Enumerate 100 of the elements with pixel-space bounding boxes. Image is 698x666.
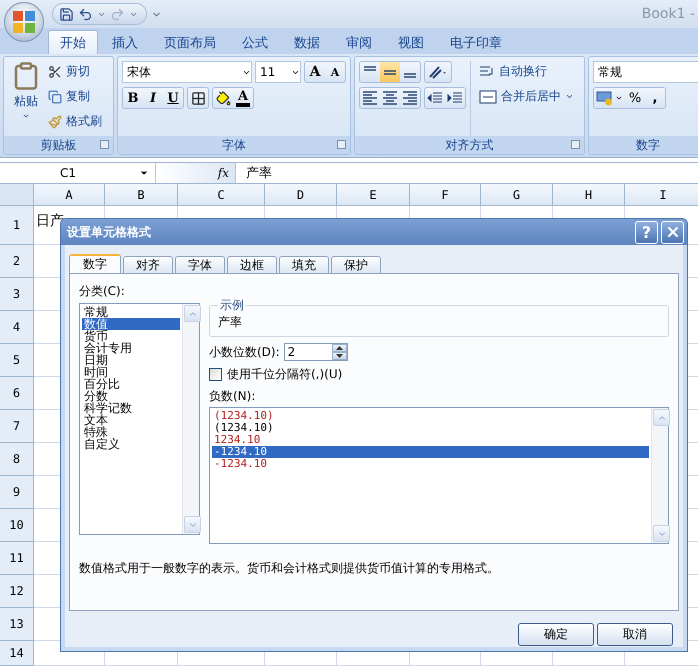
row-header[interactable]: 4 xyxy=(0,311,34,344)
column-header[interactable]: I xyxy=(625,184,698,206)
dialog-title: 设置单元格格式 xyxy=(67,224,152,240)
dialog-button[interactable]: 取消 xyxy=(597,623,673,646)
number-format-field[interactable]: 常规 xyxy=(593,61,698,83)
vertical-align-button[interactable] xyxy=(380,62,400,82)
row-header[interactable]: 3 xyxy=(0,278,34,311)
ribbon-tab[interactable]: 数据 xyxy=(282,30,332,54)
category-item[interactable]: 时间 xyxy=(82,366,180,378)
save-icon[interactable] xyxy=(59,6,74,22)
category-item[interactable]: 日期 xyxy=(82,354,180,366)
triangle-up-icon xyxy=(336,346,343,350)
column-header[interactable]: F xyxy=(410,184,481,206)
dialog-tab[interactable]: 数字 xyxy=(69,254,121,273)
caret-icon xyxy=(565,92,574,101)
underline-button[interactable]: U xyxy=(163,88,183,108)
category-item[interactable]: 分数 xyxy=(82,390,180,402)
column-header[interactable]: A xyxy=(34,184,105,206)
dialog-tab[interactable]: 填充 xyxy=(279,256,329,273)
row-header[interactable]: 14 xyxy=(0,641,34,666)
column-header[interactable]: G xyxy=(481,184,553,206)
category-item[interactable]: 货币 xyxy=(82,330,180,342)
shrink-font-button[interactable]: A xyxy=(325,62,345,82)
cut-button[interactable]: 剪切 xyxy=(48,61,102,82)
category-item[interactable]: 百分比 xyxy=(82,378,180,390)
dialog-tab[interactable]: 字体 xyxy=(175,256,225,273)
ribbon-tab[interactable]: 电子印章 xyxy=(438,30,514,54)
column-header[interactable]: E xyxy=(337,184,410,206)
ribbon-tab[interactable]: 开始 xyxy=(48,30,98,54)
negative-format-item[interactable]: (1234.10) xyxy=(212,422,649,434)
undo-icon[interactable] xyxy=(78,6,93,22)
row-header[interactable]: 13 xyxy=(0,608,34,641)
row-header[interactable]: 1 xyxy=(0,206,34,245)
negative-format-item[interactable]: -1234.10 xyxy=(212,446,649,458)
bold-button[interactable]: B xyxy=(123,88,143,108)
checkbox[interactable] xyxy=(209,368,222,381)
row-header[interactable]: 10 xyxy=(0,509,34,542)
caret-icon xyxy=(615,94,623,102)
align-bottom-icon xyxy=(404,73,416,78)
category-item[interactable]: 自定义 xyxy=(82,438,180,450)
ribbon-tab[interactable]: 公式 xyxy=(230,30,280,54)
italic-button[interactable]: I xyxy=(143,88,163,108)
wrap-text-icon xyxy=(479,64,495,78)
dialog-tab[interactable]: 边框 xyxy=(227,256,277,273)
grow-font-button[interactable]: A xyxy=(305,62,325,82)
dialog-launcher-icon[interactable] xyxy=(571,140,580,149)
category-item[interactable]: 文本 xyxy=(82,414,180,426)
category-item[interactable]: 会计专用 xyxy=(82,342,180,354)
dialog-button[interactable]: 确定 xyxy=(518,623,594,646)
formula-field[interactable]: 产率 xyxy=(236,163,272,183)
row-header[interactable]: 6 xyxy=(0,377,34,410)
decimal-places-input[interactable]: 2 xyxy=(288,345,328,359)
wrap-text-button[interactable]: 自动换行 xyxy=(479,61,574,82)
column-header[interactable]: H xyxy=(553,184,625,206)
row-header[interactable]: 11 xyxy=(0,542,34,575)
category-item[interactable]: 常规 xyxy=(82,306,180,318)
negative-format-item[interactable]: 1234.10 xyxy=(212,434,649,446)
dialog-tab[interactable]: 对齐 xyxy=(123,256,173,273)
negative-format-item[interactable]: -1234.10 xyxy=(212,458,649,470)
format-painter-button[interactable]: 格式刷 xyxy=(48,111,102,132)
copy-button[interactable]: 复制 xyxy=(48,86,102,107)
column-header[interactable]: D xyxy=(265,184,337,206)
align-left-icon xyxy=(363,91,377,105)
close-button[interactable] xyxy=(661,220,684,244)
spin-up-button[interactable] xyxy=(332,344,347,352)
ribbon-tab[interactable]: 插入 xyxy=(100,30,150,54)
dialog-launcher-icon[interactable] xyxy=(337,140,346,149)
column-header[interactable]: B xyxy=(105,184,178,206)
ribbon-tab[interactable]: 页面布局 xyxy=(152,30,228,54)
ribbon-tab[interactable]: 视图 xyxy=(386,30,436,54)
grid-icon xyxy=(190,90,206,106)
align-middle-icon xyxy=(384,70,396,74)
spin-box[interactable]: 2 xyxy=(284,343,348,361)
triangle-down-icon xyxy=(336,354,343,358)
font-size-field[interactable]: 11 xyxy=(255,61,301,83)
dialog-launcher-icon[interactable] xyxy=(100,140,109,149)
category-item[interactable]: 特殊 xyxy=(82,426,180,438)
orientation-icon xyxy=(427,64,449,80)
row-header[interactable]: 9 xyxy=(0,476,34,509)
spin-down-button[interactable] xyxy=(332,352,347,360)
dialog-tab[interactable]: 保护 xyxy=(331,256,381,273)
column-header[interactable]: C xyxy=(178,184,265,206)
category-item[interactable]: 数值 xyxy=(82,318,180,330)
row-header[interactable]: 7 xyxy=(0,410,34,443)
row-header[interactable]: 12 xyxy=(0,575,34,608)
row-header[interactable]: 2 xyxy=(0,245,34,278)
merge-center-button[interactable]: 合并后居中 xyxy=(479,86,574,107)
align-center-icon xyxy=(383,91,397,105)
percent-button[interactable]: % xyxy=(625,88,645,108)
comma-button[interactable]: , xyxy=(645,88,665,108)
paste-button[interactable]: 粘贴 xyxy=(8,61,44,136)
font-name-field[interactable]: 宋体 xyxy=(122,61,252,83)
ribbon-tab[interactable]: 审阅 xyxy=(334,30,384,54)
negative-format-item[interactable]: (1234.10) xyxy=(212,410,649,422)
group-label: 字体 xyxy=(222,136,246,154)
paint-bucket-icon xyxy=(216,90,230,106)
row-header[interactable]: 8 xyxy=(0,443,34,476)
office-logo xyxy=(12,10,36,34)
row-header[interactable]: 5 xyxy=(0,344,34,377)
category-item[interactable]: 科学记数 xyxy=(82,402,180,414)
